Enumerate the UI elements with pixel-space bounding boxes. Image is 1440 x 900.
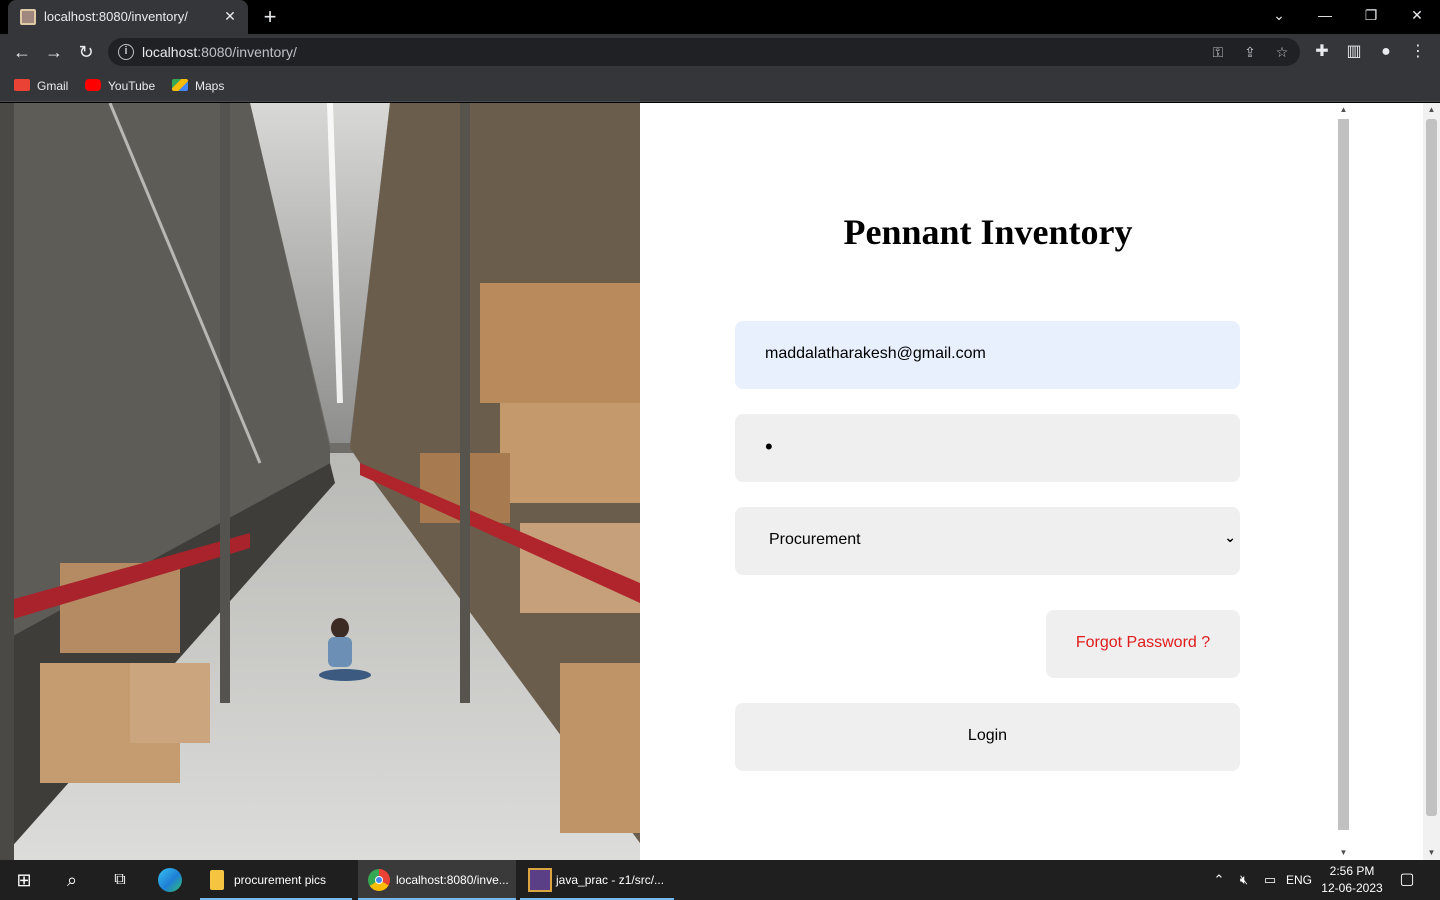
- share-icon[interactable]: ⇪: [1240, 42, 1260, 62]
- login-button[interactable]: Login: [735, 703, 1240, 771]
- tab-search-icon[interactable]: ⌄: [1256, 0, 1302, 30]
- tab-favicon-icon: [20, 9, 36, 25]
- password-field[interactable]: •: [735, 414, 1240, 482]
- page-title: Pennant Inventory: [843, 212, 1133, 252]
- login-form: Pennant Inventory maddalatharakesh@gmail…: [640, 103, 1336, 860]
- chrome-icon-center: [375, 876, 383, 884]
- new-tab-button[interactable]: +: [258, 5, 282, 29]
- clock-time: 2:56 PM: [1329, 864, 1375, 878]
- folder-icon: [210, 870, 224, 890]
- site-info-icon[interactable]: i: [118, 44, 134, 60]
- key-icon[interactable]: ⚿: [1208, 42, 1228, 62]
- clock[interactable]: 2:56 PM 12-06-2023: [1318, 863, 1386, 897]
- scroll-up-icon[interactable]: ▲: [1336, 103, 1351, 117]
- language-indicator[interactable]: ENG: [1284, 860, 1314, 900]
- taskbar-app-eclipse[interactable]: java_prac - z1/src/...: [520, 860, 674, 900]
- taskbar-app-chrome[interactable]: localhost:8080/inve...: [358, 860, 516, 900]
- edge-icon[interactable]: [146, 860, 194, 900]
- youtube-icon: [85, 79, 101, 91]
- bookmarks-bar: Gmail YouTube Maps: [0, 70, 1440, 102]
- form-scrollbar[interactable]: ▲ ▼: [1336, 103, 1351, 860]
- url-path: :8080/inventory/: [197, 44, 297, 60]
- page-scrollbar-thumb[interactable]: [1426, 119, 1437, 816]
- email-field[interactable]: maddalatharakesh@gmail.com: [735, 321, 1240, 389]
- forgot-password-label: Forgot Password ?: [1075, 634, 1211, 651]
- address-text[interactable]: localhost:8080/inventory/: [142, 44, 297, 60]
- browser-toolbar: ← → ↻ i localhost:8080/inventory/ ⚿ ⇪ ☆ …: [0, 34, 1440, 70]
- url-host: localhost: [142, 44, 198, 60]
- star-icon[interactable]: ☆: [1272, 42, 1292, 62]
- scroll-down-icon[interactable]: ▼: [1423, 846, 1440, 860]
- page-scrollbar[interactable]: ▲ ▼: [1423, 103, 1440, 860]
- password-mask: •: [765, 434, 773, 459]
- minimize-button[interactable]: —: [1302, 0, 1348, 30]
- bookmark-maps[interactable]: Maps: [172, 76, 224, 96]
- task-view-icon[interactable]: ⧉: [96, 860, 144, 900]
- hidden-icons-chevron-icon[interactable]: ⌃: [1208, 860, 1230, 900]
- bookmark-gmail[interactable]: Gmail: [14, 76, 68, 96]
- windows-taskbar: ⊞ ⌕ ⧉ procurement pics localhost:8080/in…: [0, 860, 1440, 900]
- profile-icon[interactable]: ●: [1374, 40, 1398, 64]
- browser-tab[interactable]: localhost:8080/inventory/ ✕: [8, 0, 248, 34]
- back-icon[interactable]: ←: [8, 38, 36, 66]
- warehouse-hero-image: [0, 103, 640, 860]
- forward-icon[interactable]: →: [40, 38, 68, 66]
- scroll-up-icon[interactable]: ▲: [1423, 103, 1440, 117]
- reload-icon[interactable]: ↻: [72, 38, 100, 66]
- email-value: maddalatharakesh@gmail.com: [765, 345, 986, 362]
- role-select[interactable]: Procurement ⌄: [735, 507, 1240, 575]
- maps-icon: [172, 79, 188, 91]
- taskbar-app-explorer[interactable]: procurement pics: [200, 860, 352, 900]
- chevron-down-icon: ⌄: [1224, 529, 1236, 545]
- search-icon[interactable]: ⌕: [48, 860, 96, 900]
- login-label: Login: [967, 727, 1008, 744]
- bookmark-youtube[interactable]: YouTube: [85, 76, 155, 96]
- edge-logo: [158, 868, 182, 892]
- scroll-down-icon[interactable]: ▼: [1336, 846, 1351, 860]
- network-icon[interactable]: ▭: [1258, 860, 1282, 900]
- taskbar-app-label: localhost:8080/inve...: [396, 873, 509, 887]
- bookmark-label: Maps: [195, 79, 225, 93]
- gmail-icon: [14, 79, 30, 91]
- close-window-button[interactable]: ✕: [1394, 0, 1440, 30]
- eclipse-icon: [528, 868, 552, 892]
- restore-button[interactable]: ❐: [1348, 0, 1394, 30]
- side-panel-icon[interactable]: ▥: [1342, 40, 1366, 64]
- start-button[interactable]: ⊞: [0, 860, 48, 900]
- role-selected-value: Procurement: [769, 531, 861, 548]
- form-scrollbar-thumb[interactable]: [1338, 119, 1349, 830]
- volume-mute-icon[interactable]: 🔇︎: [1232, 860, 1256, 900]
- page-viewport: Pennant Inventory maddalatharakesh@gmail…: [0, 103, 1440, 860]
- taskbar-app-label: java_prac - z1/src/...: [556, 873, 665, 887]
- tab-close-icon[interactable]: ✕: [222, 8, 238, 24]
- extensions-icon[interactable]: ✚: [1310, 40, 1334, 64]
- page-margin: [1351, 103, 1423, 860]
- clock-date: 12-06-2023: [1321, 881, 1383, 895]
- address-bar[interactable]: i localhost:8080/inventory/ ⚿ ⇪ ☆: [108, 38, 1300, 66]
- forgot-password-button[interactable]: Forgot Password ?: [1046, 610, 1240, 678]
- notification-icon[interactable]: ▢: [1392, 860, 1422, 900]
- menu-icon[interactable]: ⋮: [1406, 40, 1430, 64]
- bookmark-label: YouTube: [108, 79, 156, 93]
- taskbar-app-label: procurement pics: [234, 873, 327, 887]
- bookmark-label: Gmail: [37, 79, 69, 93]
- tab-strip: localhost:8080/inventory/ ✕ + ⌄ — ❐ ✕: [0, 0, 1440, 34]
- tab-title: localhost:8080/inventory/: [44, 9, 188, 24]
